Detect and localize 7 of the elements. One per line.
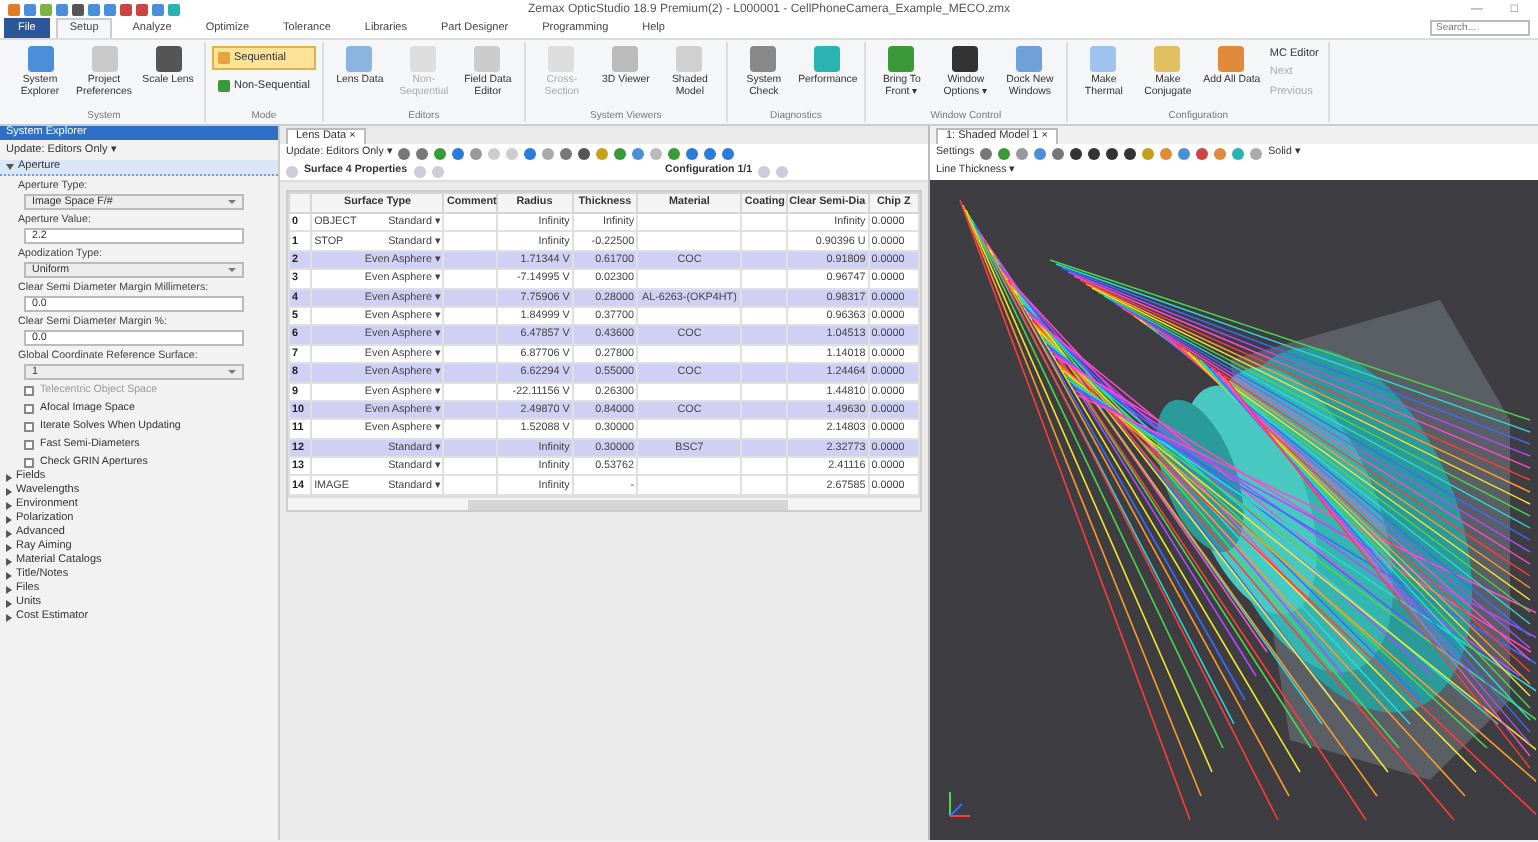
next-button[interactable] bbox=[431, 166, 444, 178]
previous-button[interactable] bbox=[758, 166, 771, 178]
scrollbar-thumb[interactable] bbox=[468, 499, 788, 510]
collapse-button[interactable] bbox=[286, 166, 298, 178]
previous-button[interactable] bbox=[413, 166, 426, 178]
next-button[interactable] bbox=[776, 166, 789, 178]
axes-icon bbox=[949, 791, 971, 817]
